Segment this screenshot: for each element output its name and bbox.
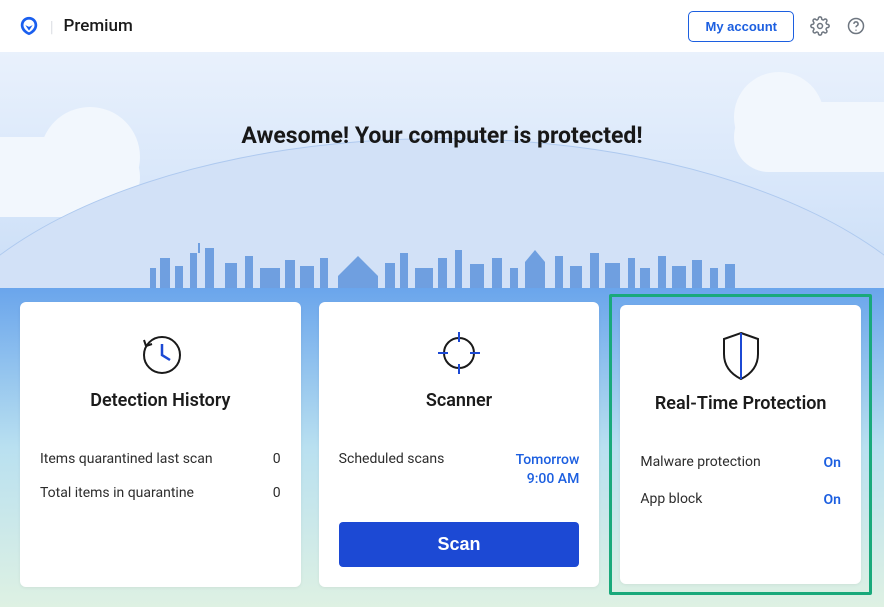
- scheduled-day: Tomorrow: [516, 451, 580, 470]
- scheduled-scan-value[interactable]: Tomorrow 9:00 AM: [516, 451, 580, 489]
- stat-value: 0: [273, 451, 281, 467]
- card-title: Detection History: [40, 390, 281, 411]
- card-title: Real-Time Protection: [640, 393, 841, 414]
- hero-banner: Awesome! Your computer is protected!: [0, 52, 884, 288]
- stat-label: Malware protection: [640, 454, 760, 470]
- stat-label: Scheduled scans: [339, 451, 445, 467]
- header: | Premium My account: [0, 0, 884, 52]
- scanner-card: Scanner Scheduled scans Tomorrow 9:00 AM…: [319, 302, 600, 587]
- scheduled-scan-row: Scheduled scans Tomorrow 9:00 AM: [339, 451, 580, 489]
- stat-label: Total items in quarantine: [40, 485, 194, 501]
- toggle-row: Malware protection On: [640, 454, 841, 473]
- scheduled-time: 9:00 AM: [516, 470, 580, 489]
- realtime-protection-card: Real-Time Protection Malware protection …: [620, 305, 861, 584]
- my-account-button[interactable]: My account: [688, 11, 794, 42]
- stat-row: Items quarantined last scan 0: [40, 451, 281, 467]
- product-name: Premium: [64, 16, 133, 36]
- skyline-decoration: [0, 228, 884, 288]
- stat-label: App block: [640, 491, 702, 507]
- help-icon[interactable]: [846, 16, 866, 36]
- detection-history-card: Detection History Items quarantined last…: [20, 302, 301, 587]
- logo: | Premium: [18, 15, 133, 37]
- app-block-toggle[interactable]: On: [824, 491, 841, 510]
- stat-value: 0: [273, 485, 281, 501]
- logo-divider: |: [50, 17, 54, 36]
- history-icon: [40, 324, 281, 382]
- card-title: Scanner: [339, 390, 580, 411]
- hero-title: Awesome! Your computer is protected!: [0, 52, 884, 149]
- shield-icon: [640, 327, 841, 385]
- toggle-row: App block On: [640, 491, 841, 510]
- target-icon: [339, 324, 580, 382]
- highlighted-card-frame: Real-Time Protection Malware protection …: [609, 294, 872, 595]
- malwarebytes-logo-icon: [18, 15, 40, 37]
- stat-label: Items quarantined last scan: [40, 451, 213, 467]
- settings-icon[interactable]: [810, 16, 830, 36]
- dashboard-cards: Detection History Items quarantined last…: [0, 288, 884, 607]
- scan-button[interactable]: Scan: [339, 522, 580, 567]
- stat-row: Total items in quarantine 0: [40, 485, 281, 501]
- malware-protection-toggle[interactable]: On: [824, 454, 841, 473]
